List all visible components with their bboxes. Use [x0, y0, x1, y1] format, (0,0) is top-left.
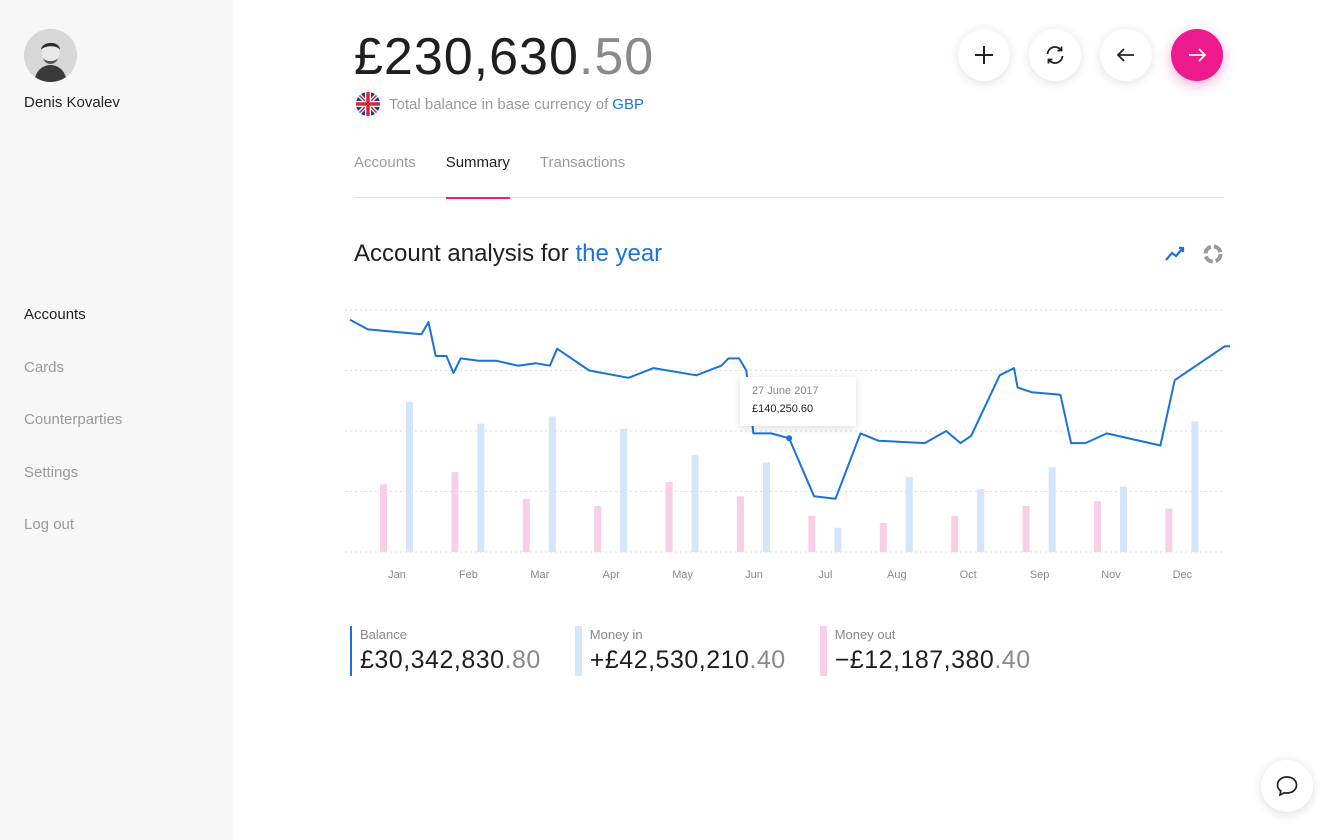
money-out-bar — [522, 498, 530, 552]
tab-accounts[interactable]: Accounts — [354, 152, 416, 198]
header-actions — [958, 29, 1223, 81]
money-in-bar — [1120, 486, 1127, 552]
money-out-bar — [665, 481, 673, 552]
money-in-bar — [763, 462, 770, 552]
stat-money-in: Money in +£42,530,210.40 — [574, 626, 786, 676]
money-in-bar — [1048, 467, 1056, 552]
money-in-bar — [905, 476, 913, 552]
money-out-bar — [808, 515, 816, 552]
sidebar-item-logout[interactable]: Log out — [24, 515, 122, 568]
money-out-bar — [380, 484, 387, 552]
x-axis-tick-label: Aug — [887, 569, 907, 581]
money-in-bar — [406, 401, 413, 552]
x-axis-tick-label: Jul — [818, 569, 832, 581]
arrow-left-icon — [1116, 48, 1134, 62]
stat-money-in-label: Money in — [589, 627, 643, 642]
back-button[interactable] — [1100, 29, 1152, 81]
account-analysis-chart[interactable]: Jan Feb Mar Apr May Jun Jul Aug Oct Sep Nov Dec — [345, 300, 1230, 590]
balance-integer: £230,630 — [354, 28, 579, 86]
line-chart-icon[interactable] — [1164, 243, 1186, 265]
money-out-bar — [879, 522, 887, 552]
stat-balance-label: Balance — [360, 627, 407, 642]
send-button[interactable] — [1171, 29, 1223, 81]
money-in-bar — [977, 489, 985, 552]
balance-decimal: .50 — [578, 28, 655, 86]
money-in-bar — [691, 455, 699, 552]
x-axis-tick-label: Dec — [1173, 569, 1193, 581]
tab-summary[interactable]: Summary — [445, 152, 511, 199]
total-balance: £230,630.50 — [354, 28, 654, 86]
sidebar-item-settings[interactable]: Settings — [24, 463, 122, 516]
sidebar: Denis Kovalev Accounts Cards Counterpart… — [0, 0, 233, 840]
x-axis-tick-label: Oct — [960, 569, 977, 581]
sidebar-nav: Accounts Cards Counterparties Settings L… — [24, 305, 122, 568]
analysis-title-text: Account analysis for — [354, 240, 569, 267]
user-portrait-icon — [24, 29, 77, 82]
money-out-bar — [951, 515, 959, 552]
tooltip-date: 27 June 2017 — [752, 385, 819, 397]
user-name: Denis Kovalev — [24, 94, 120, 111]
x-axis-tick-label: Jan — [388, 569, 406, 581]
stat-money-out: Money out −£12,187,380.40 — [819, 626, 1031, 676]
avatar[interactable] — [24, 29, 77, 82]
balance-subtitle: Total balance in base currency of GBP — [356, 92, 644, 116]
pie-chart-icon[interactable] — [1202, 243, 1224, 265]
stat-balance-dec: .80 — [504, 646, 541, 674]
chart-view-toggle — [1164, 243, 1224, 265]
sidebar-item-accounts[interactable]: Accounts — [24, 305, 122, 358]
summary-stats: Balance £30,342,830.80 Money in +£42,530… — [350, 626, 1065, 676]
chat-button[interactable] — [1261, 760, 1313, 812]
stat-balance-value: £30,342,830.80 — [360, 646, 541, 675]
refresh-button[interactable] — [1029, 29, 1081, 81]
stat-money-out-int: −£12,187,380 — [834, 646, 995, 674]
x-axis-tick-label: Apr — [603, 569, 620, 581]
sidebar-item-counterparties[interactable]: Counterparties — [24, 410, 122, 463]
add-icon — [975, 46, 993, 64]
x-axis-tick-label: Sep — [1030, 569, 1050, 581]
tabs: Accounts Summary Transactions — [354, 152, 1224, 199]
tab-transactions[interactable]: Transactions — [540, 152, 625, 198]
base-currency-link[interactable]: GBP — [612, 96, 644, 113]
uk-flag-icon — [356, 92, 380, 116]
money-out-bar — [737, 496, 744, 552]
period-selector[interactable]: the year — [575, 240, 662, 267]
stat-money-out-dec: .40 — [994, 646, 1031, 674]
money-out-bar — [594, 506, 602, 552]
x-axis-tick-label: Nov — [1101, 569, 1121, 581]
arrow-right-icon — [1189, 48, 1207, 62]
money-in-bar — [548, 416, 556, 552]
stat-money-out-label: Money out — [834, 627, 896, 642]
money-out-bar — [1022, 506, 1030, 552]
chart-tooltip: 27 June 2017 £140,250.60 — [740, 377, 856, 426]
money-in-bar — [477, 423, 485, 552]
money-in-bar — [620, 428, 628, 552]
money-out-bar — [1165, 508, 1173, 552]
stat-money-in-dec: .40 — [749, 646, 786, 674]
x-axis-tick-label: Mar — [530, 569, 549, 581]
analysis-title: Account analysis for the year — [354, 240, 662, 268]
balance-subtitle-text: Total balance in base currency of — [389, 95, 609, 113]
stat-money-out-value: −£12,187,380.40 — [835, 646, 1031, 675]
refresh-icon — [1046, 46, 1064, 64]
money-in-bar — [1191, 421, 1199, 552]
x-axis-tick-label: Feb — [459, 569, 478, 581]
stat-money-in-int: +£42,530,210 — [589, 646, 750, 674]
money-out-bar — [451, 472, 459, 552]
chat-icon — [1276, 776, 1298, 797]
stat-balance: Balance £30,342,830.80 — [350, 626, 541, 676]
tooltip-value: £140,250.60 — [752, 403, 814, 415]
sidebar-item-cards[interactable]: Cards — [24, 358, 122, 411]
stat-balance-int: £30,342,830 — [360, 646, 505, 674]
x-axis-tick-label: May — [672, 569, 693, 581]
money-out-bar — [1094, 501, 1101, 552]
stat-money-in-value: +£42,530,210.40 — [590, 646, 786, 675]
highlight-point — [786, 435, 793, 442]
money-in-bar — [834, 527, 842, 552]
add-button[interactable] — [958, 29, 1010, 81]
x-axis-tick-label: Jun — [745, 569, 763, 581]
